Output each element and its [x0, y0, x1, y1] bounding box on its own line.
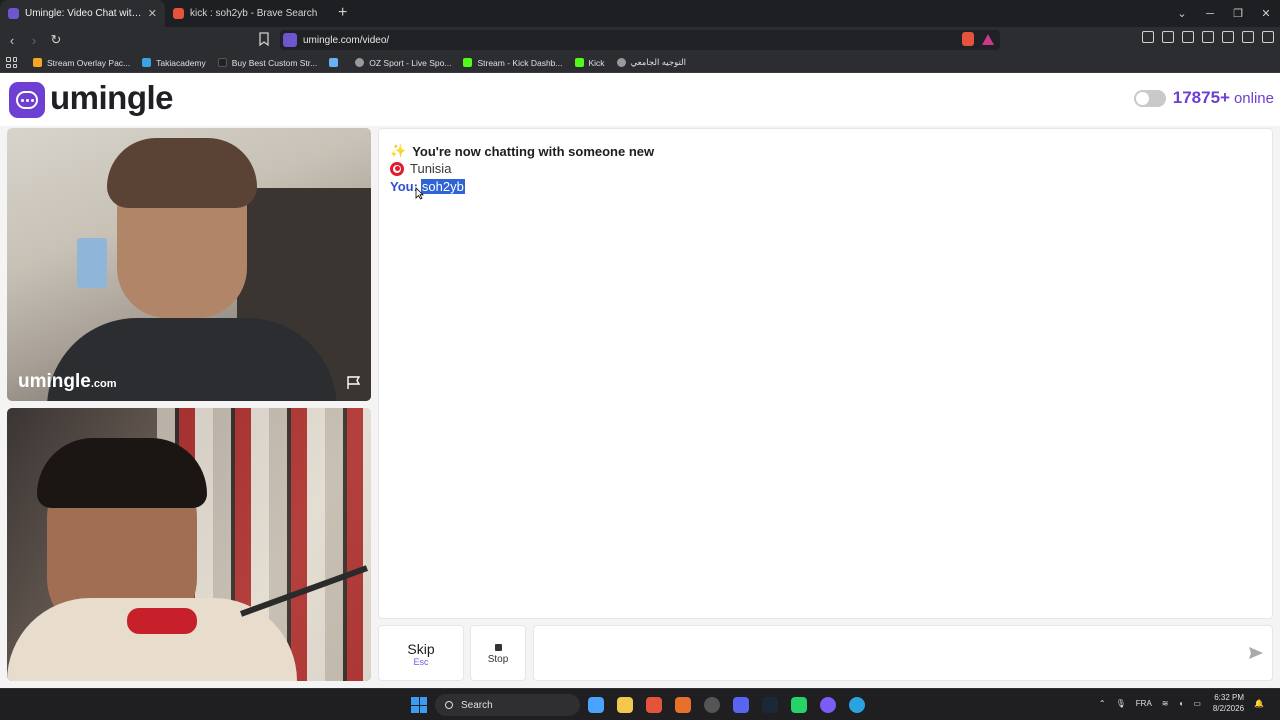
bookmark-item[interactable] [329, 58, 343, 67]
umingle-logo-icon[interactable] [9, 82, 45, 118]
forward-icon[interactable]: › [24, 33, 44, 48]
message-text: soh2yb [420, 179, 465, 194]
bookmark-item[interactable]: Buy Best Custom Str... [217, 58, 317, 68]
bookmark-item[interactable]: Stream - Kick Dashb... [463, 58, 563, 68]
stop-button[interactable]: Stop [470, 625, 526, 681]
taskbar-search[interactable]: Search [435, 694, 580, 716]
stop-icon [494, 644, 502, 651]
discord-icon[interactable] [733, 697, 749, 713]
sender-label: You: [390, 179, 418, 194]
mouse-cursor-icon [415, 187, 424, 200]
bookmark-item[interactable]: Stream Overlay Pac... [33, 58, 130, 68]
online-count: 17875+ [1172, 88, 1230, 107]
notification-icon[interactable]: 🔔 [1254, 699, 1264, 708]
system-message: ✨ You're now chatting with someone new [390, 143, 655, 159]
bookmark-item[interactable]: OZ Sport - Live Spo... [355, 58, 451, 68]
menu-icon[interactable] [1262, 31, 1274, 43]
bookmark-icon[interactable] [258, 32, 270, 46]
clock[interactable]: 6:32 PM 8/2/2026 [1213, 692, 1244, 714]
search-icon [445, 701, 453, 709]
browser-tab-bar: Umingle: Video Chat with Str ✕ kick : so… [0, 0, 1280, 27]
battery-icon[interactable]: ▭ [1193, 699, 1201, 708]
close-window-icon[interactable]: ✕ [1252, 7, 1280, 20]
brave-favicon-icon [173, 8, 184, 19]
maximize-icon[interactable]: ❐ [1224, 7, 1252, 20]
telegram-icon[interactable] [849, 697, 865, 713]
bookmarks-bar: Stream Overlay Pac... Takiacademy Buy Be… [0, 53, 1280, 73]
umingle-watermark: umingle.com [18, 371, 117, 392]
wifi-icon[interactable]: ≋ [1162, 699, 1169, 708]
report-flag-icon[interactable] [346, 376, 362, 390]
stranger-video: umingle.com [7, 128, 371, 401]
new-tab-button[interactable]: + [338, 0, 347, 27]
country-line: Tunisia [390, 161, 451, 176]
brave-icon[interactable] [646, 697, 662, 713]
file-explorer-icon[interactable] [617, 697, 633, 713]
brave-rewards-icon[interactable] [982, 34, 994, 45]
time: 6:32 PM [1214, 693, 1245, 702]
chat-log: ✨ You're now chatting with someone new T… [378, 128, 1273, 619]
address-bar[interactable]: umingle.com/video/ [280, 30, 1000, 50]
media-icon[interactable] [1162, 31, 1174, 43]
send-icon[interactable] [1248, 645, 1264, 661]
umingle-page: umingle 17875+ online umingle.com ✨ You'… [0, 74, 1280, 688]
bookmark-item[interactable]: التوجيه الجامعي [616, 57, 686, 68]
extension-icons [1142, 31, 1274, 43]
brave-shields-icon[interactable] [962, 32, 974, 46]
country-name: Tunisia [410, 161, 452, 176]
windows-start-icon[interactable] [411, 697, 427, 713]
online-indicator: 17875+ online [1133, 88, 1274, 108]
whatsapp-icon[interactable] [791, 697, 807, 713]
back-icon[interactable]: ‹ [2, 33, 22, 48]
language-indicator[interactable]: FRA [1136, 699, 1152, 708]
skip-shortcut: Esc [413, 657, 429, 667]
tab-title: Umingle: Video Chat with Str [25, 8, 142, 19]
windows-taskbar: Search ⌃ 🎙 FRA ≋ ◖ ▭ 6:32 PM 8/2/2026 🔔 [0, 688, 1280, 720]
tunisia-flag-icon [390, 161, 404, 176]
self-video [7, 408, 371, 681]
vpn-icon[interactable] [1242, 31, 1254, 43]
url-text: umingle.com/video/ [303, 34, 390, 46]
tab-list-icon[interactable]: ⌄ [1168, 7, 1196, 20]
close-tab-icon[interactable]: ✕ [148, 7, 157, 20]
tray-chevron-icon[interactable]: ⌃ [1099, 699, 1106, 708]
bookmark-item[interactable]: Takiacademy [142, 58, 206, 68]
message-input[interactable] [533, 625, 1273, 681]
online-label: online [1233, 89, 1274, 107]
app-icon[interactable] [675, 697, 691, 713]
tab-brave-search[interactable]: kick : soh2yb - Brave Search [165, 0, 330, 27]
site-icon [283, 33, 297, 47]
chat-message: You: soh2yb [390, 179, 465, 194]
reload-icon[interactable]: ↻ [46, 32, 66, 48]
minimize-icon[interactable]: ─ [1196, 8, 1224, 20]
wallet-icon[interactable] [1202, 31, 1214, 43]
extensions-icon[interactable] [1142, 31, 1154, 43]
bookmark-item[interactable]: Kick [574, 58, 605, 68]
volume-icon[interactable]: ◖ [1178, 699, 1183, 708]
system-tray: ⌃ 🎙 FRA ≋ ◖ ▭ 6:32 PM 8/2/2026 🔔 [1089, 692, 1264, 714]
copilot-icon[interactable] [588, 697, 604, 713]
tab-title: kick : soh2yb - Brave Search [190, 8, 318, 19]
leo-ai-icon[interactable] [1222, 31, 1234, 43]
microphone-icon[interactable]: 🎙 [1116, 699, 1126, 708]
obs-icon[interactable] [704, 697, 720, 713]
window-controls: ⌄ ─ ❐ ✕ [1168, 0, 1280, 27]
taskbar-apps [588, 697, 865, 713]
date: 8/2/2026 [1212, 704, 1245, 713]
sparkle-icon: ✨ [390, 143, 407, 158]
steam-icon[interactable] [762, 697, 778, 713]
messenger-icon[interactable] [820, 697, 836, 713]
sidebar-icon[interactable] [1182, 31, 1194, 43]
site-header: umingle 17875+ online [0, 74, 1280, 126]
apps-grid-icon[interactable] [6, 57, 17, 68]
umingle-favicon-icon [8, 8, 19, 19]
tab-umingle[interactable]: Umingle: Video Chat with Str ✕ [0, 0, 165, 27]
browser-toolbar: ‹ › ↻ umingle.com/video/ [0, 27, 1280, 53]
address-bar-actions [962, 32, 994, 46]
theme-toggle[interactable] [1133, 89, 1166, 107]
site-logo-text[interactable]: umingle [50, 79, 174, 117]
skip-button[interactable]: Skip Esc [378, 625, 464, 681]
